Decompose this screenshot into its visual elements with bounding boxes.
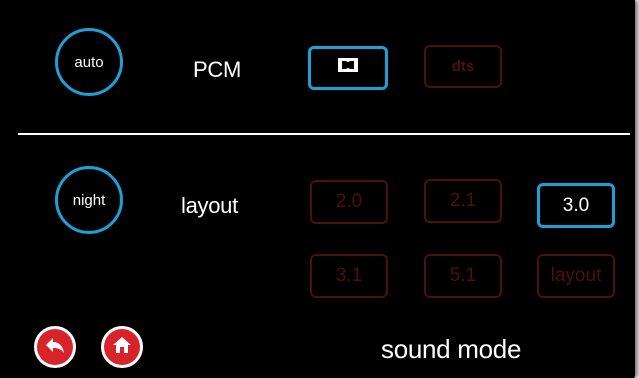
channel-button-label: 5.1 bbox=[449, 265, 477, 286]
divider bbox=[18, 133, 630, 135]
dts-button-label: dts bbox=[451, 58, 475, 75]
channel-button-label: layout bbox=[550, 265, 602, 286]
night-button-label: night bbox=[72, 191, 106, 209]
channel-button-layout[interactable]: layout bbox=[537, 254, 615, 298]
channel-button-3-1[interactable]: 3.1 bbox=[310, 254, 388, 298]
channel-button-2-0[interactable]: 2.0 bbox=[310, 180, 388, 224]
back-button[interactable] bbox=[34, 326, 76, 368]
layout-label: layout bbox=[181, 193, 238, 218]
auto-button[interactable]: auto bbox=[55, 28, 123, 96]
dts-button[interactable]: dts bbox=[424, 45, 502, 88]
channel-button-2-1[interactable]: 2.1 bbox=[424, 179, 502, 223]
page-title: sound mode bbox=[381, 334, 522, 364]
sound-mode-panel: auto PCM dts night layout 2.0 2.1 3.0 3.… bbox=[0, 0, 635, 378]
home-icon bbox=[111, 335, 133, 360]
dolby-button[interactable] bbox=[308, 46, 388, 90]
dolby-icon bbox=[337, 57, 359, 79]
channel-button-label: 2.1 bbox=[449, 190, 477, 211]
channel-button-5-1[interactable]: 5.1 bbox=[424, 254, 502, 298]
night-button[interactable]: night bbox=[55, 166, 123, 234]
channel-button-label: 3.1 bbox=[335, 265, 363, 286]
back-arrow-icon bbox=[44, 335, 66, 360]
home-button[interactable] bbox=[101, 326, 143, 368]
auto-button-label: auto bbox=[74, 53, 104, 71]
channel-button-label: 3.0 bbox=[562, 194, 590, 216]
input-format-label: PCM bbox=[193, 57, 241, 82]
channel-button-3-0[interactable]: 3.0 bbox=[537, 183, 615, 228]
channel-button-label: 2.0 bbox=[335, 191, 363, 212]
